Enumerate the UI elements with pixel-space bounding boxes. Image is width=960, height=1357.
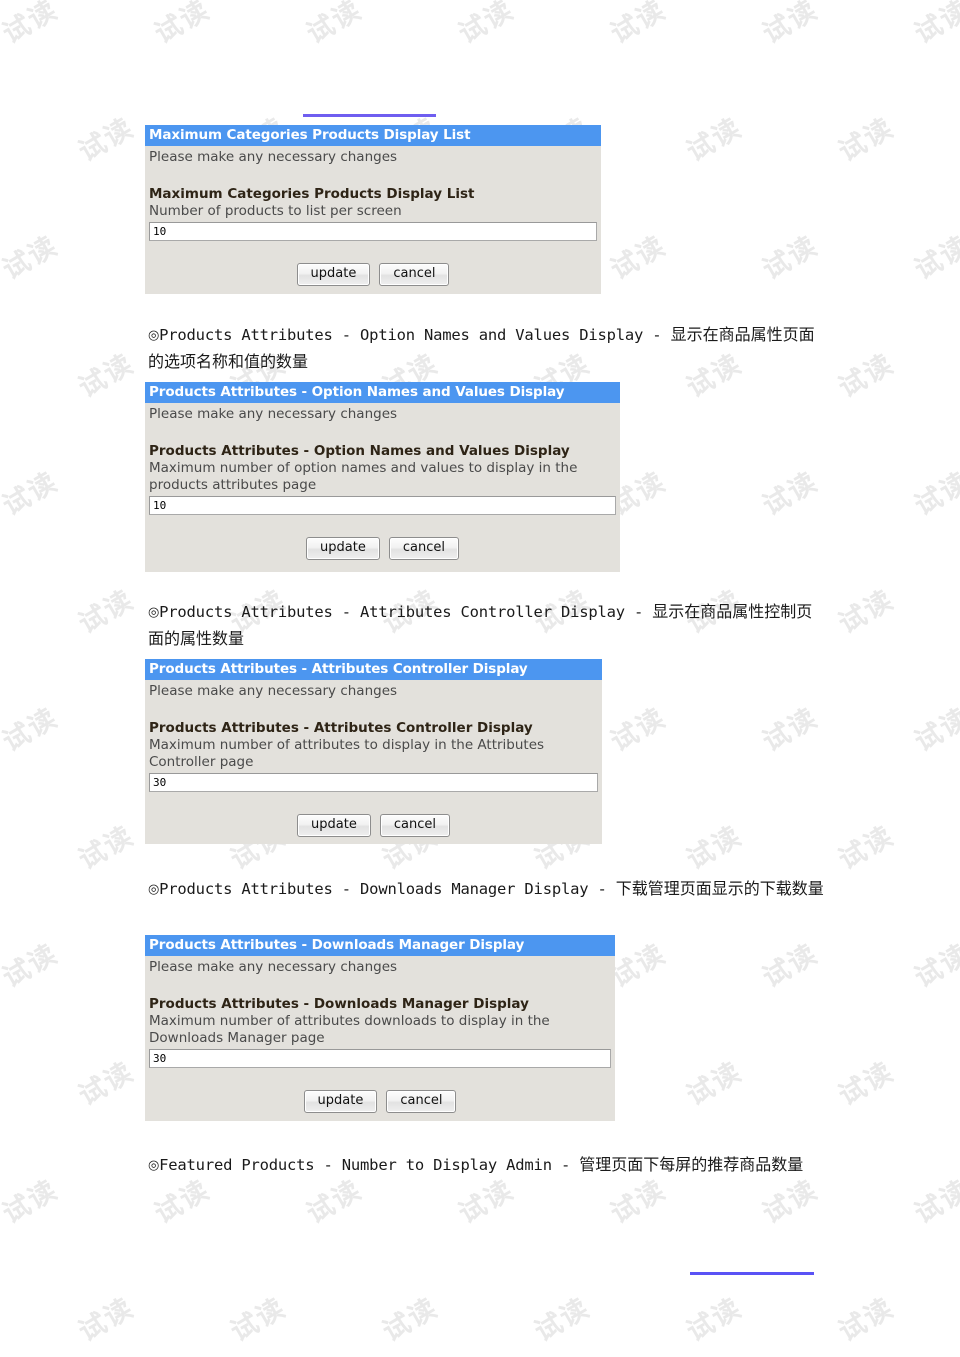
cancel-button[interactable]: cancel	[386, 1090, 457, 1113]
panel-title-bar: Products Attributes - Downloads Manager …	[145, 935, 615, 956]
caption-english-text: Products Attributes - Option Names and V…	[159, 326, 644, 344]
caption-products-attributes-attributes-controller-display: ◎Products Attributes - Attributes Contro…	[148, 599, 824, 652]
caption-products-attributes-downloads-manager-display: ◎Products Attributes - Downloads Manager…	[148, 876, 824, 903]
caption-chinese-text: 下载管理页面显示的下载数量	[615, 879, 824, 898]
panel-spacer	[145, 167, 601, 185]
update-button[interactable]: update	[296, 263, 371, 286]
panel-spacer	[145, 424, 620, 442]
panel-spacer	[145, 977, 615, 995]
caption-separator: -	[551, 1156, 580, 1174]
admin-config-panel-attributes-controller-display: Products Attributes - Attributes Control…	[145, 659, 602, 844]
panel-title-bar: Products Attributes - Attributes Control…	[145, 659, 602, 680]
caption-english-text: Products Attributes - Downloads Manager …	[159, 880, 589, 898]
panel-description: Maximum number of option names and value…	[149, 460, 578, 493]
caption-chinese-text: 管理页面下每屏的推荐商品数量	[579, 1155, 804, 1174]
configuration-value-input[interactable]	[149, 1049, 611, 1068]
caption-featured-products-number-to-display-admin: ◎Featured Products - Number to Display A…	[148, 1152, 824, 1179]
caption-separator: -	[624, 603, 653, 621]
admin-config-panel-maximum-categories-products-display-list: Maximum Categories Products Display List…	[145, 125, 601, 294]
cancel-button[interactable]: cancel	[379, 263, 450, 286]
update-button[interactable]: update	[306, 537, 380, 560]
admin-config-panel-option-names-and-values-display: Products Attributes - Option Names and V…	[145, 382, 620, 572]
admin-config-panel-downloads-manager-display: Products Attributes - Downloads Manager …	[145, 935, 615, 1121]
cancel-button[interactable]: cancel	[388, 537, 459, 560]
panel-subtitle: Please make any necessary changes	[149, 149, 398, 165]
caption-english-text: Products Attributes - Attributes Control…	[159, 603, 625, 621]
panel-field-wrapper	[145, 494, 620, 515]
update-button[interactable]: update	[297, 814, 371, 837]
panel-field-wrapper	[145, 771, 602, 792]
cancel-button[interactable]: cancel	[379, 814, 450, 837]
panel-button-row: update cancel	[145, 1068, 615, 1113]
panel-subtitle: Please make any necessary changes	[149, 683, 398, 699]
caption-separator: -	[643, 326, 671, 344]
panel-description: Number of products to list per screen	[149, 203, 402, 219]
panel-heading: Maximum Categories Products Display List	[149, 186, 475, 202]
bottom-rule-decoration	[690, 1272, 814, 1275]
bullet-icon: ◎	[148, 1158, 160, 1173]
configuration-value-input[interactable]	[149, 222, 597, 241]
panel-description: Maximum number of attributes downloads t…	[149, 1013, 550, 1046]
panel-spacer	[145, 701, 602, 719]
configuration-value-input[interactable]	[149, 496, 616, 515]
top-rule-decoration	[303, 114, 436, 117]
update-button[interactable]: update	[303, 1090, 378, 1113]
caption-english-text: Featured Products - Number to Display Ad…	[159, 1156, 552, 1174]
panel-button-row: update cancel	[145, 792, 602, 837]
panel-title-bar: Products Attributes - Option Names and V…	[145, 382, 620, 403]
panel-button-row: update cancel	[145, 241, 601, 286]
panel-heading: Products Attributes - Attributes Control…	[149, 720, 533, 736]
panel-field-wrapper	[145, 1047, 615, 1068]
panel-title-bar: Maximum Categories Products Display List	[145, 125, 601, 146]
caption-products-attributes-option-names-and-values-display: ◎Products Attributes - Option Names and …	[148, 322, 824, 375]
bullet-icon: ◎	[148, 328, 160, 343]
panel-description: Maximum number of attributes to display …	[149, 737, 545, 770]
bullet-icon: ◎	[148, 882, 160, 897]
panel-heading: Products Attributes - Downloads Manager …	[149, 996, 529, 1012]
configuration-value-input[interactable]	[149, 773, 598, 792]
document-page: Maximum Categories Products Display List…	[0, 0, 960, 1357]
panel-heading: Products Attributes - Option Names and V…	[149, 443, 570, 459]
bullet-icon: ◎	[148, 605, 160, 620]
panel-field-wrapper	[145, 220, 601, 241]
panel-button-row: update cancel	[145, 515, 620, 560]
caption-separator: -	[588, 880, 616, 898]
panel-subtitle: Please make any necessary changes	[149, 406, 398, 422]
panel-subtitle: Please make any necessary changes	[149, 959, 398, 975]
